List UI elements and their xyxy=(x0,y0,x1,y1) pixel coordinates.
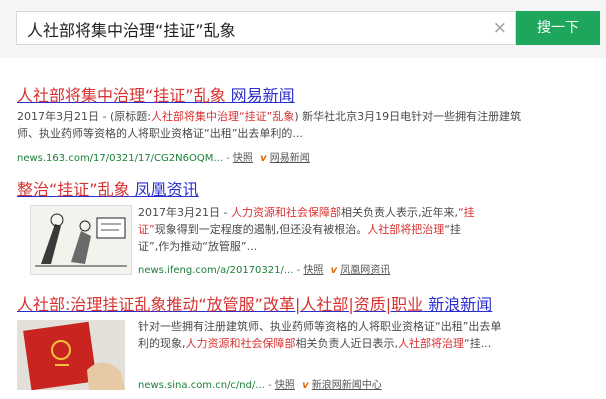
certificate-image xyxy=(17,320,125,390)
v-icon: v xyxy=(302,380,309,391)
close-icon[interactable]: × xyxy=(493,18,507,38)
search-bar: × xyxy=(16,11,516,45)
snippet-highlight: 人社部将治理 xyxy=(398,337,464,350)
cache-link[interactable]: 快照 xyxy=(275,380,295,391)
result-url[interactable]: news.163.com/17/0321/17/CG2N6OQM... - 快照… xyxy=(17,149,310,164)
result-title-highlight: 人社部:治理挂证乱象推动“放管服”改革|人社部|资质|职业 xyxy=(17,295,424,314)
snippet-highlight: 人力资源和社会保障部 xyxy=(230,206,341,219)
snippet-highlight: 人社部将把治理 xyxy=(367,223,445,236)
snippet-text: 相关负责人近日表示, xyxy=(295,337,399,350)
result-url[interactable]: news.ifeng.com/a/20170321/... - 快照 v 凤凰网… xyxy=(138,261,390,276)
result-url[interactable]: news.sina.com.cn/c/nd/... - 快照 v 新浪网新闻中心 xyxy=(138,376,382,391)
result-title-source: 凤凰资讯 xyxy=(129,180,199,199)
source-link[interactable]: 新浪网新闻中心 xyxy=(312,380,382,391)
url-text[interactable]: news.sina.com.cn/c/nd/... xyxy=(138,380,265,391)
result-thumbnail[interactable] xyxy=(30,205,132,275)
search-input[interactable] xyxy=(25,17,489,41)
source-link[interactable]: 凤凰网资讯 xyxy=(340,265,390,276)
separator: - xyxy=(268,380,275,391)
snippet-text: 2017年3月21日 - xyxy=(138,206,231,219)
result-snippet: 2017年3月21日 - 人力资源和社会保障部相关负责人表示,近年来,“挂证”现… xyxy=(138,204,478,255)
snippet-text: 2017年3月21日 - (原标题: xyxy=(17,110,151,123)
v-icon: v xyxy=(260,153,267,164)
cartoon-image xyxy=(31,206,131,274)
v-icon: v xyxy=(330,265,338,276)
snippet-text: 现象得到一定程度的遏制,但还没有被根治。 xyxy=(154,223,368,236)
result-thumbnail[interactable] xyxy=(17,320,125,390)
separator: - xyxy=(226,153,233,164)
result-title[interactable]: 人社部将集中治理“挂证”乱象 网易新闻 xyxy=(17,82,295,106)
result-title-source: 新浪新闻 xyxy=(423,295,493,314)
cache-link[interactable]: 快照 xyxy=(233,153,253,164)
snippet-text: 相关负责人表示,近年来, xyxy=(340,206,458,219)
result-title[interactable]: 整治“挂证”乱象 凤凰资讯 xyxy=(17,176,199,200)
url-text[interactable]: news.ifeng.com/a/20170321/... xyxy=(138,265,293,276)
snippet-highlight: 人力资源和社会保障部 xyxy=(185,337,296,350)
result-title-highlight: 整治“挂证”乱象 xyxy=(17,180,130,199)
search-results: 人社部将集中治理“挂证”乱象 网易新闻 2017年3月21日 - (原标题:人社… xyxy=(0,58,606,399)
search-button[interactable]: 搜一下 xyxy=(516,11,600,45)
result-title-highlight: 人社部将集中治理“挂证”乱象 xyxy=(17,86,226,105)
snippet-text: “挂... xyxy=(464,337,492,350)
cache-link[interactable]: 快照 xyxy=(303,265,323,276)
result-snippet: 针对一些拥有注册建筑师、执业药师等资格的人将职业资格证“出租”出去单利的现象,人… xyxy=(138,318,512,352)
result-title-source: 网易新闻 xyxy=(225,86,295,105)
source-link[interactable]: 网易新闻 xyxy=(270,153,310,164)
url-text[interactable]: news.163.com/17/0321/17/CG2N6OQM... xyxy=(17,153,223,164)
result-title[interactable]: 人社部:治理挂证乱象推动“放管服”改革|人社部|资质|职业 新浪新闻 xyxy=(17,291,492,315)
snippet-highlight: 人社部将集中治理“挂证”乱象 xyxy=(150,110,295,123)
result-snippet: 2017年3月21日 - (原标题:人社部将集中治理“挂证”乱象) 新华社北京3… xyxy=(17,108,527,142)
